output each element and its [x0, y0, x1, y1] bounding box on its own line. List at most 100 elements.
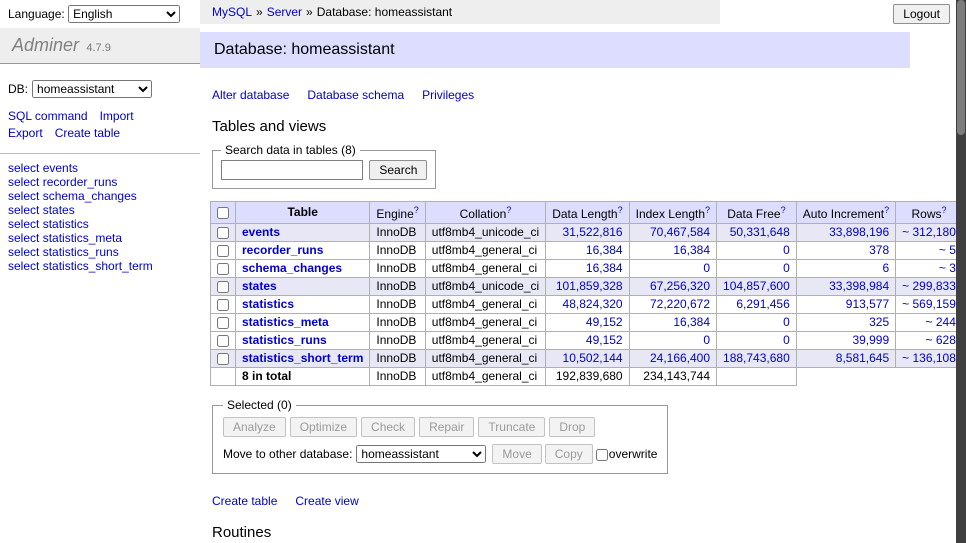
sidebar-table-link[interactable]: events [43, 161, 78, 175]
auto-increment-link[interactable]: 39,999 [852, 333, 889, 347]
index-length-link[interactable]: 0 [703, 261, 710, 275]
data-free-link[interactable]: 0 [783, 333, 790, 347]
analyze-button[interactable]: Analyze [223, 417, 286, 437]
data-length-link[interactable]: 48,824,320 [563, 297, 623, 311]
db-select[interactable]: homeassistant [32, 80, 152, 98]
table-select-link[interactable]: select [8, 245, 39, 259]
rows-link[interactable]: ~ 569,159 [902, 297, 956, 311]
table-select-link[interactable]: select [8, 161, 39, 175]
table-select-link[interactable]: select [8, 189, 39, 203]
table-select-link[interactable]: select [8, 259, 39, 273]
search-button[interactable]: Search [369, 160, 427, 180]
rows-link[interactable]: ~ 136,108 [902, 351, 956, 365]
index-length-link[interactable]: 72,220,672 [650, 297, 710, 311]
search-input[interactable] [221, 160, 363, 180]
row-checkbox[interactable] [217, 335, 229, 347]
index-length-link[interactable]: 67,256,320 [650, 279, 710, 293]
index-length-link[interactable]: 16,384 [673, 243, 710, 257]
table-name-link[interactable]: events [242, 225, 280, 239]
table-name-link[interactable]: statistics_runs [242, 333, 327, 347]
doc-link[interactable]: ? [942, 205, 947, 215]
row-checkbox[interactable] [217, 245, 229, 257]
data-length-link[interactable]: 49,152 [586, 315, 623, 329]
move-button[interactable]: Move [492, 444, 541, 464]
index-length-link[interactable]: 70,467,584 [650, 225, 710, 239]
language-select[interactable]: English [68, 5, 180, 23]
data-length-link[interactable]: 10,502,144 [563, 351, 623, 365]
truncate-button[interactable]: Truncate [478, 417, 545, 437]
sidebar-table-link[interactable]: statistics [43, 217, 89, 231]
doc-link[interactable]: ? [884, 205, 889, 215]
sql-command-link[interactable]: SQL command [8, 109, 88, 123]
sidebar-table-link[interactable]: recorder_runs [43, 175, 118, 189]
select-all-checkbox[interactable] [217, 207, 229, 219]
rows-link[interactable]: ~ 5 [939, 243, 956, 257]
table-name-link[interactable]: statistics_meta [242, 315, 329, 329]
sidebar-table-link[interactable]: states [43, 203, 75, 217]
data-free-link[interactable]: 0 [783, 243, 790, 257]
data-free-link[interactable]: 0 [783, 261, 790, 275]
auto-increment-link[interactable]: 33,898,196 [829, 225, 889, 239]
export-link[interactable]: Export [8, 126, 43, 140]
data-length-link[interactable]: 101,859,328 [556, 279, 623, 293]
row-checkbox[interactable] [217, 353, 229, 365]
index-length-link[interactable]: 0 [703, 333, 710, 347]
row-checkbox[interactable] [217, 299, 229, 311]
data-free-link[interactable]: 104,857,600 [723, 279, 790, 293]
rows-link[interactable]: ~ 244 [926, 315, 956, 329]
auto-increment-link[interactable]: 325 [869, 315, 889, 329]
breadcrumb-mysql-link[interactable]: MySQL [212, 5, 252, 19]
row-checkbox[interactable] [217, 317, 229, 329]
create-view-link[interactable]: Create view [295, 494, 358, 508]
rows-link[interactable]: ~ 3 [939, 261, 956, 275]
optimize-button[interactable]: Optimize [290, 417, 357, 437]
overwrite-checkbox[interactable] [596, 449, 608, 461]
data-length-link[interactable]: 16,384 [586, 261, 623, 275]
table-select-link[interactable]: select [8, 175, 39, 189]
logout-button[interactable]: Logout [893, 4, 950, 24]
rows-link[interactable]: ~ 628 [926, 333, 956, 347]
table-name-link[interactable]: schema_changes [242, 261, 342, 275]
check-button[interactable]: Check [361, 417, 415, 437]
copy-button[interactable]: Copy [545, 444, 593, 464]
row-checkbox[interactable] [217, 263, 229, 275]
data-free-link[interactable]: 0 [783, 315, 790, 329]
row-checkbox[interactable] [217, 227, 229, 239]
breadcrumb-server-link[interactable]: Server [267, 5, 302, 19]
index-length-link[interactable]: 16,384 [673, 315, 710, 329]
doc-link[interactable]: ? [705, 205, 710, 215]
data-free-link[interactable]: 6,291,456 [736, 297, 789, 311]
repair-button[interactable]: Repair [419, 417, 474, 437]
create-table-link[interactable]: Create table [55, 126, 120, 140]
data-length-link[interactable]: 16,384 [586, 243, 623, 257]
overwrite-label[interactable]: overwrite [609, 447, 658, 461]
sidebar-table-link[interactable]: schema_changes [43, 189, 137, 203]
create-table-link-main[interactable]: Create table [212, 494, 277, 508]
sidebar-table-link[interactable]: statistics_short_term [43, 259, 153, 273]
scrollbar-thumb[interactable] [957, 0, 965, 135]
index-length-link[interactable]: 24,166,400 [650, 351, 710, 365]
auto-increment-link[interactable]: 913,577 [846, 297, 889, 311]
adminer-logo-link[interactable]: Adminer [12, 35, 79, 55]
table-name-link[interactable]: statistics_short_term [242, 351, 363, 365]
auto-increment-link[interactable]: 33,398,984 [829, 279, 889, 293]
data-free-link[interactable]: 188,743,680 [723, 351, 790, 365]
privileges-link[interactable]: Privileges [422, 88, 474, 102]
rows-link[interactable]: ~ 299,833 [902, 279, 956, 293]
table-select-link[interactable]: select [8, 203, 39, 217]
sidebar-table-link[interactable]: statistics_meta [43, 231, 122, 245]
scrollbar[interactable] [956, 0, 966, 543]
import-link[interactable]: Import [100, 109, 134, 123]
data-length-link[interactable]: 31,522,816 [563, 225, 623, 239]
data-length-link[interactable]: 49,152 [586, 333, 623, 347]
auto-increment-link[interactable]: 8,581,645 [836, 351, 889, 365]
rows-link[interactable]: ~ 312,180 [902, 225, 956, 239]
doc-link[interactable]: ? [506, 205, 511, 215]
doc-link[interactable]: ? [781, 205, 786, 215]
move-db-select[interactable]: homeassistant [356, 445, 486, 463]
drop-button[interactable]: Drop [549, 417, 595, 437]
alter-database-link[interactable]: Alter database [212, 88, 289, 102]
doc-link[interactable]: ? [618, 205, 623, 215]
table-select-link[interactable]: select [8, 217, 39, 231]
table-select-link[interactable]: select [8, 231, 39, 245]
